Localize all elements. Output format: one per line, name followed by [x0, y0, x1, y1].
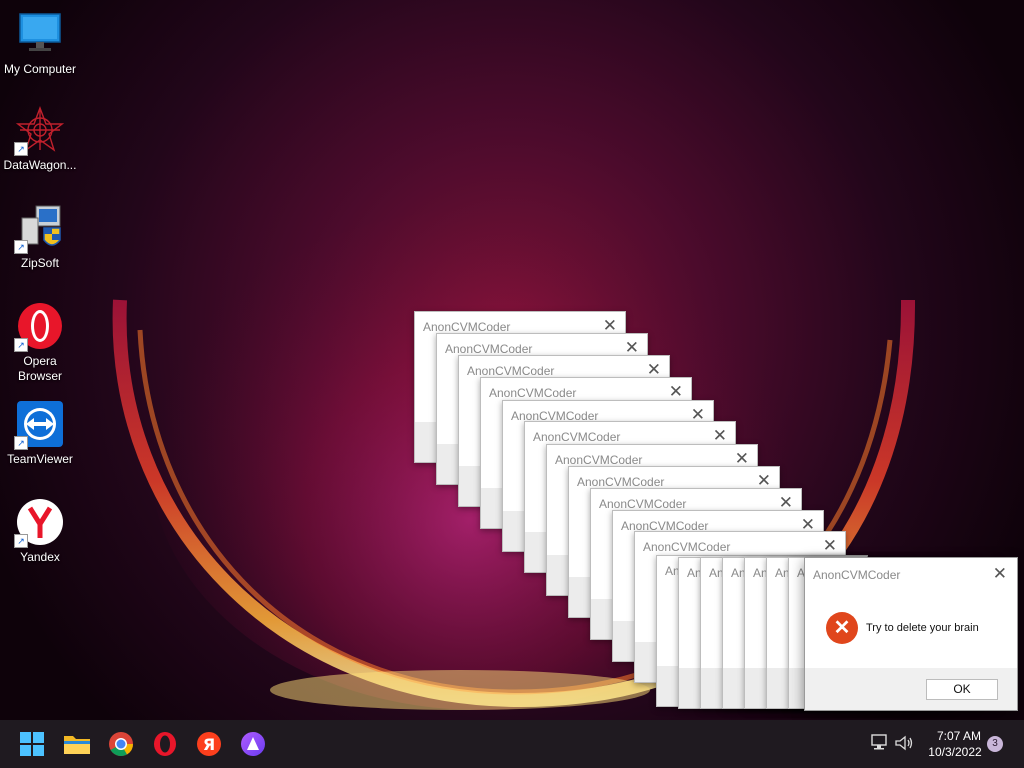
close-icon[interactable]: ✕	[669, 382, 683, 402]
opera-icon[interactable]	[151, 730, 179, 758]
network-icon[interactable]	[868, 732, 890, 754]
dialog-message: Try to delete your brain	[866, 622, 979, 634]
desktop-icon-opera-browser[interactable]: ↗ Opera Browser	[0, 302, 80, 384]
shortcut-arrow-icon: ↗	[14, 338, 28, 352]
dialog-title: AnonCVMCoder	[467, 364, 555, 378]
shortcut-arrow-icon: ↗	[14, 240, 28, 254]
volume-icon[interactable]	[893, 732, 915, 754]
dialog-title: AnonCVMCoder	[577, 475, 665, 489]
shortcut-arrow-icon: ↗	[14, 436, 28, 450]
notification-badge[interactable]: 3	[987, 736, 1003, 752]
error-dialog[interactable]: AnonCVMCoder ✕ ✕ Try to delete your brai…	[804, 557, 1018, 711]
dialog-title: AnonCVMCoder	[533, 430, 621, 444]
desktop-icon-label: TeamViewer	[7, 452, 73, 466]
desktop-icon-label: Opera Browser	[17, 354, 62, 383]
datawagon-icon: ↗	[14, 106, 65, 156]
desktop-icon-label: Yandex	[20, 550, 60, 564]
taskbar: Я	[0, 720, 1024, 768]
alice-icon[interactable]	[239, 730, 267, 758]
monitor-icon	[16, 10, 64, 58]
svg-text:Я: Я	[203, 735, 215, 754]
close-icon[interactable]: ✕	[993, 564, 1007, 584]
desktop-icon-label: DataWagon...	[3, 158, 77, 172]
yandex-icon: ↗	[14, 498, 64, 548]
desktop-icon-zipsoft[interactable]: ↗ ZipSoft	[0, 204, 80, 271]
dialog-footer: OK	[805, 668, 1017, 710]
ok-button[interactable]: OK	[926, 679, 998, 700]
desktop-icon-teamviewer[interactable]: ↗ TeamViewer	[0, 400, 80, 467]
file-explorer-icon[interactable]	[63, 730, 91, 758]
dialog-title: AnonCVMCoder	[643, 540, 731, 554]
clock-time[interactable]: 7:07 AM	[924, 729, 994, 743]
desktop-icon-label: ZipSoft	[20, 256, 59, 270]
dialog-title: AnonCVMCoder	[813, 568, 901, 582]
desktop-icon-datawagon[interactable]: ↗ DataWagon...	[0, 106, 80, 173]
shortcut-arrow-icon: ↗	[14, 142, 28, 156]
dialog-title: AnonCVMCoder	[555, 453, 643, 467]
dialog-title: AnonCVMCoder	[423, 320, 511, 334]
start-icon[interactable]	[18, 730, 46, 758]
desktop-icon-my-computer[interactable]: My Computer	[0, 10, 80, 77]
teamviewer-icon: ↗	[14, 400, 64, 450]
dialog-title: AnonCVMCoder	[445, 342, 533, 356]
yandex-browser-icon[interactable]: Я	[195, 730, 223, 758]
installer-icon: ↗	[14, 204, 64, 254]
chrome-icon[interactable]	[107, 730, 135, 758]
shortcut-arrow-icon: ↗	[14, 534, 28, 548]
close-icon[interactable]: ✕	[823, 536, 837, 556]
opera-icon: ↗	[14, 302, 64, 352]
dialog-title: AnonCVMCoder	[599, 497, 687, 511]
clock-date[interactable]: 10/3/2022	[920, 745, 990, 759]
dialog-title: AnonCVMCoder	[489, 386, 577, 400]
desktop-icon-label: My Computer	[3, 62, 77, 76]
close-icon[interactable]: ✕	[713, 426, 727, 446]
desktop-icon-yandex[interactable]: ↗ Yandex	[0, 498, 80, 565]
error-icon: ✕	[826, 612, 858, 644]
